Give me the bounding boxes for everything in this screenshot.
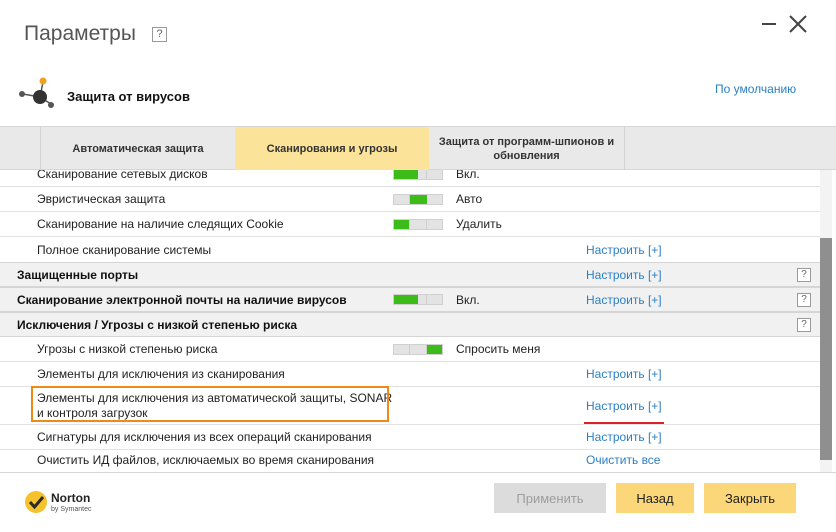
group-label: Защищенные порты bbox=[17, 267, 139, 282]
scrollbar-thumb[interactable] bbox=[820, 238, 832, 460]
row-cookies: Сканирование на наличие следящих Cookie … bbox=[0, 212, 820, 237]
row-label: Сканирование на наличие следящих Cookie bbox=[37, 217, 284, 231]
tab-spyware-label: Защита от программ-шпионов и обновления bbox=[438, 135, 615, 162]
window-title: Параметры bbox=[24, 22, 136, 45]
clear-all-link[interactable]: Очистить все bbox=[586, 453, 660, 467]
settings-list: Сканирование сетевых дисков Вкл. Эвристи… bbox=[0, 170, 836, 472]
row-full-scan: Полное сканирование системы Настроить [+… bbox=[0, 237, 820, 262]
toggle-ask-me[interactable] bbox=[393, 343, 443, 355]
red-underline bbox=[584, 422, 664, 424]
row-clear-file-ids: Очистить ИД файлов, исключаемых во время… bbox=[0, 447, 820, 472]
row-label: Эвристическая защита bbox=[37, 192, 166, 206]
toggle-on[interactable] bbox=[393, 294, 443, 305]
norton-logo: Norton by Symantec bbox=[24, 488, 114, 520]
row-value: Вкл. bbox=[456, 292, 480, 307]
help-icon[interactable]: ? bbox=[797, 267, 811, 282]
configure-link[interactable]: Настроить [+] bbox=[586, 243, 662, 257]
apply-button[interactable]: Применить bbox=[494, 483, 606, 513]
row-value: Вкл. bbox=[456, 170, 480, 181]
row-label: Сигнатуры для исключения из всех операци… bbox=[37, 430, 372, 444]
logo-by: by Symantec bbox=[51, 506, 92, 513]
back-button[interactable]: Назад bbox=[616, 483, 694, 513]
virus-protection-icon bbox=[19, 77, 54, 108]
tab-spyware-and-updates[interactable]: Защита от программ-шпионов и обновления bbox=[429, 127, 624, 170]
toggle-on[interactable] bbox=[393, 170, 443, 180]
tab-bar: Автоматическая защита Сканирования и угр… bbox=[0, 126, 836, 170]
logo-brand: Norton bbox=[51, 491, 91, 505]
norton-check-icon bbox=[25, 491, 47, 513]
group-label: Исключения / Угрозы с низкой степенью ри… bbox=[17, 317, 298, 332]
toggle-remove[interactable] bbox=[393, 218, 443, 230]
restore-defaults-link[interactable]: По умолчанию bbox=[715, 82, 796, 96]
row-label: Очистить ИД файлов, исключаемых во время… bbox=[37, 452, 375, 467]
configure-link[interactable]: Настроить [+] bbox=[586, 367, 662, 381]
help-icon[interactable]: ? bbox=[797, 292, 811, 307]
row-value: Спросить меня bbox=[456, 342, 541, 356]
highlight-box bbox=[31, 386, 389, 422]
configure-link[interactable]: Настроить [+] bbox=[586, 268, 662, 282]
scrollbar[interactable] bbox=[820, 170, 832, 472]
row-value: Авто bbox=[456, 192, 483, 206]
group-exclusions: Исключения / Угрозы с низкой степенью ри… bbox=[0, 312, 820, 337]
configure-link[interactable]: Настроить [+] bbox=[586, 293, 662, 307]
tab-auto-protect[interactable]: Автоматическая защита bbox=[40, 127, 235, 170]
group-label: Сканирование электронной почты на наличи… bbox=[17, 292, 347, 307]
footer-divider bbox=[0, 472, 836, 473]
close-button[interactable]: Закрыть bbox=[704, 483, 796, 513]
close-icon[interactable] bbox=[788, 14, 808, 34]
toggle-auto[interactable] bbox=[393, 193, 443, 205]
row-scan-exclusions: Элементы для исключения из сканирования … bbox=[0, 362, 820, 387]
help-icon[interactable]: ? bbox=[797, 317, 811, 332]
row-network-drives: Сканирование сетевых дисков Вкл. bbox=[0, 170, 820, 187]
row-label: Сканирование сетевых дисков bbox=[37, 170, 208, 181]
row-value: Удалить bbox=[456, 217, 502, 231]
configure-link[interactable]: Настроить [+] bbox=[586, 430, 662, 444]
row-heuristic: Эвристическая защита Авто bbox=[0, 187, 820, 212]
row-label: Полное сканирование системы bbox=[37, 242, 212, 257]
group-email-scan: Сканирование электронной почты на наличи… bbox=[0, 287, 820, 312]
row-low-risks: Угрозы с низкой степенью риска Спросить … bbox=[0, 337, 820, 362]
row-label: Элементы для исключения из сканирования bbox=[37, 367, 285, 381]
configure-link[interactable]: Настроить [+] bbox=[586, 399, 662, 413]
section-title: Защита от вирусов bbox=[67, 89, 190, 104]
tab-divider bbox=[624, 127, 625, 170]
tab-scans-and-risks[interactable]: Сканирования и угрозы bbox=[235, 127, 429, 170]
row-label: Угрозы с низкой степенью риска bbox=[37, 342, 218, 356]
group-protected-ports: Защищенные порты Настроить [+] ? bbox=[0, 262, 820, 287]
title-help-icon[interactable]: ? bbox=[152, 27, 167, 42]
minimize-icon[interactable] bbox=[762, 23, 776, 25]
